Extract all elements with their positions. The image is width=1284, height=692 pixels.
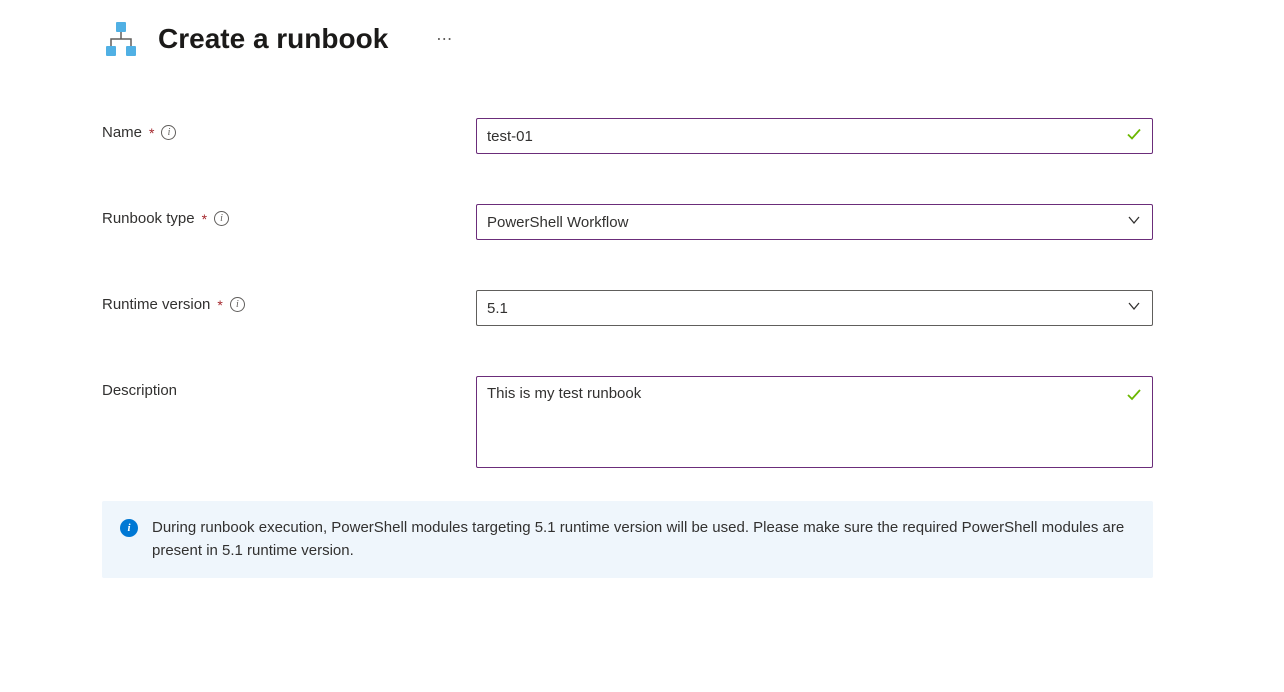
info-banner-text: During runbook execution, PowerShell mod… <box>152 517 1135 562</box>
name-input[interactable] <box>476 118 1153 154</box>
runbook-type-row: Runbook type * i PowerShell Workflow <box>0 204 1284 240</box>
required-star: * <box>202 211 207 227</box>
runtime-version-input-col: 5.1 <box>476 290 1153 326</box>
required-star: * <box>149 125 154 141</box>
info-banner-icon: i <box>120 519 138 537</box>
required-star: * <box>217 297 222 313</box>
description-input-col <box>476 376 1153 471</box>
runtime-version-value: 5.1 <box>487 300 508 317</box>
checkmark-icon <box>1125 126 1143 147</box>
checkmark-icon <box>1125 386 1143 407</box>
description-textarea[interactable] <box>476 376 1153 468</box>
runtime-version-label-col: Runtime version * i <box>102 290 476 313</box>
info-banner: i During runbook execution, PowerShell m… <box>102 501 1153 578</box>
hierarchy-icon <box>102 20 140 58</box>
runtime-version-label: Runtime version <box>102 296 210 313</box>
chevron-down-icon <box>1126 298 1142 318</box>
runbook-type-label-col: Runbook type * i <box>102 204 476 227</box>
name-label: Name <box>102 124 142 141</box>
description-label-col: Description <box>102 376 476 399</box>
page-header: Create a runbook ⋯ <box>0 20 1284 58</box>
info-icon[interactable]: i <box>161 125 176 140</box>
runbook-type-label: Runbook type <box>102 210 195 227</box>
name-input-col <box>476 118 1153 154</box>
runtime-version-row: Runtime version * i 5.1 <box>0 290 1284 326</box>
runtime-version-select[interactable]: 5.1 <box>476 290 1153 326</box>
description-label: Description <box>102 382 177 399</box>
runbook-type-value: PowerShell Workflow <box>487 214 628 231</box>
name-row: Name * i <box>0 118 1284 154</box>
info-icon[interactable]: i <box>214 211 229 226</box>
name-label-col: Name * i <box>102 118 476 141</box>
more-options-button[interactable]: ⋯ <box>436 29 453 49</box>
info-icon[interactable]: i <box>230 297 245 312</box>
chevron-down-icon <box>1126 212 1142 232</box>
runbook-type-input-col: PowerShell Workflow <box>476 204 1153 240</box>
page-title: Create a runbook <box>158 23 388 55</box>
runbook-type-select[interactable]: PowerShell Workflow <box>476 204 1153 240</box>
description-row: Description <box>0 376 1284 471</box>
